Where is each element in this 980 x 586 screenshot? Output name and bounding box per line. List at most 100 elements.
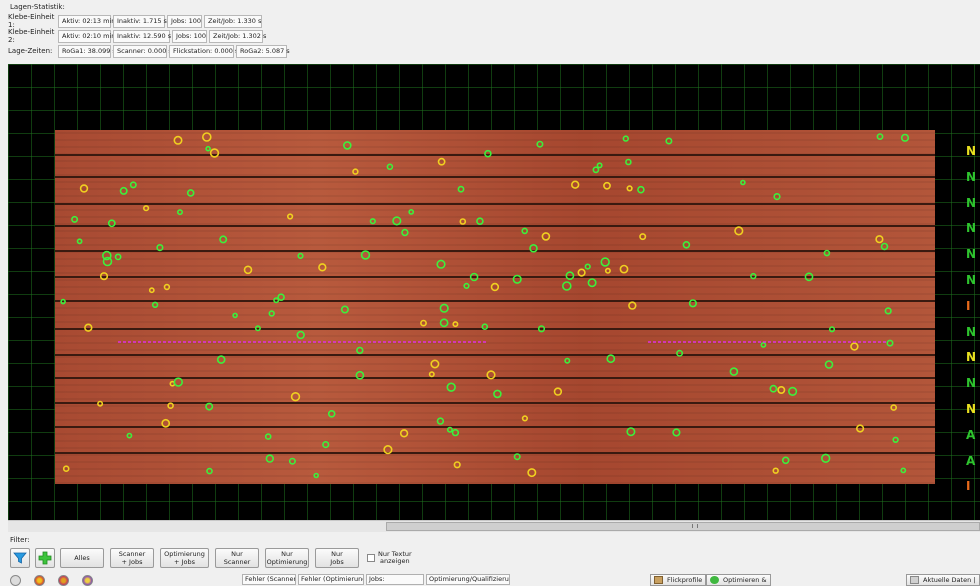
defect-marker[interactable] [369,218,376,225]
filter-only-optimization-button[interactable]: Nur Optimierung [265,548,309,568]
board-image-viewer[interactable]: NNNNNNINNNNAAI [8,64,980,520]
color-wheel-icon[interactable] [34,575,45,586]
defect-marker[interactable] [202,132,212,142]
defect-marker[interactable] [587,278,597,288]
defect-marker[interactable] [287,213,294,220]
defect-marker[interactable] [622,135,629,142]
defect-marker[interactable] [820,453,831,463]
defect-marker[interactable] [628,301,637,310]
defect-marker[interactable] [446,382,456,392]
add-filter-button[interactable] [35,548,55,568]
defect-marker[interactable] [401,228,409,237]
defect-marker[interactable] [769,384,778,393]
defect-marker[interactable] [114,253,122,261]
defect-marker[interactable] [804,272,814,282]
defect-marker[interactable] [161,418,171,428]
defect-marker[interactable] [327,409,336,418]
defect-marker[interactable] [342,141,352,150]
defect-marker[interactable] [527,468,537,478]
defect-marker[interactable] [186,189,195,197]
defect-marker[interactable] [356,346,364,355]
defect-marker[interactable] [469,272,479,282]
defect-marker[interactable] [60,298,66,305]
defect-marker[interactable] [318,263,327,272]
defect-marker[interactable] [564,357,571,364]
defect-marker[interactable] [772,467,779,474]
defect-marker[interactable] [639,233,647,241]
defect-marker[interactable] [129,181,137,189]
defect-marker[interactable] [264,433,272,440]
defect-marker[interactable] [892,436,899,443]
defect-marker[interactable] [430,359,440,369]
defect-marker[interactable] [209,148,220,158]
defect-marker[interactable] [126,432,133,439]
defect-marker[interactable] [107,219,116,228]
defect-marker[interactable] [392,216,402,226]
defect-marker[interactable] [297,252,304,259]
defect-marker[interactable] [322,441,330,449]
defect-marker[interactable] [486,370,496,380]
defect-marker[interactable] [513,453,521,461]
defect-marker[interactable] [521,415,529,422]
defect-marker[interactable] [476,217,484,225]
horizontal-scrollbar[interactable] [8,520,980,532]
defect-marker[interactable] [420,319,427,327]
defect-marker[interactable] [273,297,280,304]
defect-marker[interactable] [734,226,744,236]
defect-marker[interactable] [682,241,691,249]
defect-marker[interactable] [592,166,600,174]
defect-marker[interactable] [493,389,502,399]
defect-marker[interactable] [71,215,79,223]
defect-marker[interactable] [151,301,159,309]
defect-marker[interactable] [436,259,446,269]
defect-marker[interactable] [536,140,544,148]
defect-marker[interactable] [823,249,831,257]
defect-marker[interactable] [570,180,580,189]
defect-marker[interactable] [672,428,681,437]
defect-marker[interactable] [446,426,453,433]
defect-marker[interactable] [740,179,746,186]
defect-marker[interactable] [875,235,884,244]
defect-marker[interactable] [688,299,698,308]
defect-marker[interactable] [254,325,261,332]
defect-marker[interactable] [537,325,546,333]
defect-marker[interactable] [481,323,489,331]
defect-marker[interactable] [619,264,629,274]
defect-marker[interactable] [521,227,529,235]
current-data-button[interactable]: Aktuelle Daten | [906,574,980,586]
defect-marker[interactable] [219,235,228,244]
defect-marker[interactable] [243,265,253,275]
defect-marker[interactable] [824,360,834,369]
defect-marker[interactable] [451,428,460,437]
defect-marker[interactable] [439,318,449,328]
defect-marker[interactable] [484,149,492,158]
defect-marker[interactable] [167,402,174,410]
filter-scanner-jobs-button[interactable]: Scanner + Jobs [110,548,154,568]
defect-marker[interactable] [880,242,889,251]
defect-marker[interactable] [729,367,739,376]
defect-marker[interactable] [603,181,611,190]
defect-marker[interactable] [876,133,884,140]
defect-marker[interactable] [355,370,365,380]
defect-marker[interactable] [750,272,757,280]
defect-marker[interactable] [760,341,767,348]
defect-marker[interactable] [457,185,465,193]
defect-marker[interactable] [577,268,586,277]
defect-marker[interactable] [490,282,500,292]
defect-marker[interactable] [205,402,214,411]
defect-marker[interactable] [541,232,551,241]
defect-marker[interactable] [626,427,636,437]
defect-marker[interactable] [596,162,603,169]
defect-marker[interactable] [143,205,150,212]
defect-marker[interactable] [340,305,349,314]
defect-marker[interactable] [600,257,610,267]
defect-marker[interactable] [436,417,445,425]
defect-marker[interactable] [665,137,673,145]
optimize-button[interactable]: Optimieren & [706,574,771,586]
funnel-filter-button[interactable] [10,548,30,568]
defect-marker[interactable] [529,244,538,253]
defect-marker[interactable] [637,185,645,194]
defect-marker[interactable] [102,250,112,261]
color-wheel-icon-2[interactable] [58,575,69,586]
defect-marker[interactable] [62,465,70,473]
